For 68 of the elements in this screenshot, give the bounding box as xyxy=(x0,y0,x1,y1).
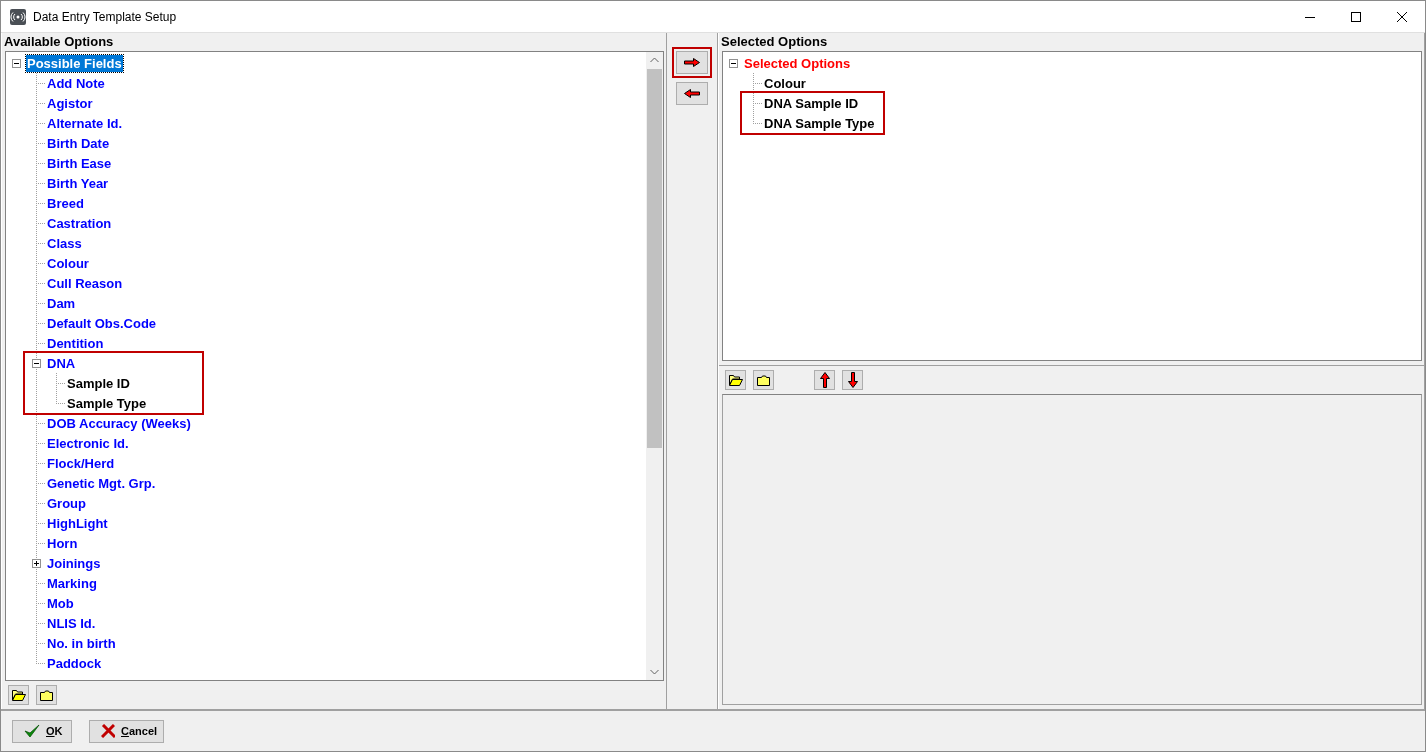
close-icon xyxy=(1397,11,1407,22)
tree-item[interactable]: Group xyxy=(46,494,87,512)
open-folder-icon xyxy=(11,689,26,701)
tree-item[interactable]: Sample ID xyxy=(66,374,131,392)
right-arrow-icon xyxy=(684,58,700,67)
checkmark-icon xyxy=(24,724,40,738)
tree-item[interactable]: Paddock xyxy=(46,654,103,672)
tree-item[interactable]: Dam xyxy=(46,294,77,312)
move-down-button[interactable] xyxy=(842,370,863,390)
open-folder-icon xyxy=(728,374,743,386)
panel-heading: Available Options xyxy=(3,33,115,51)
tree-item[interactable]: Dentition xyxy=(46,334,105,352)
down-arrow-icon xyxy=(847,372,858,388)
tree-item[interactable]: Birth Date xyxy=(46,134,111,152)
tree-item[interactable]: Castration xyxy=(46,214,113,232)
tree-item[interactable]: HighLight xyxy=(46,514,109,532)
collapse-toggle[interactable] xyxy=(32,358,41,368)
tree-item[interactable]: Sample Type xyxy=(66,394,148,412)
collapse-toggle[interactable] xyxy=(729,58,738,68)
up-caret-icon xyxy=(650,57,659,63)
tree-item[interactable]: Add Note xyxy=(46,74,106,92)
tree-item[interactable]: DOB Accuracy (Weeks) xyxy=(46,414,192,432)
tree-item[interactable]: Default Obs.Code xyxy=(46,314,158,332)
collapse-toggle[interactable] xyxy=(12,58,21,68)
tree-item[interactable]: Colour xyxy=(763,74,807,92)
move-up-button[interactable] xyxy=(814,370,835,390)
open-folder-button[interactable] xyxy=(725,370,746,390)
tree-item[interactable]: Horn xyxy=(46,534,79,552)
tree-item[interactable]: Flock/Herd xyxy=(46,454,116,472)
tree-item[interactable]: DNA xyxy=(46,354,77,372)
tree-item[interactable]: Electronic Id. xyxy=(46,434,130,452)
ok-button[interactable]: OK xyxy=(12,719,72,743)
tree-item[interactable]: Colour xyxy=(46,254,90,272)
up-arrow-icon xyxy=(819,372,830,388)
folder-icon xyxy=(40,689,53,701)
panel-heading: Selected Options xyxy=(720,33,829,51)
tree-item[interactable]: Selected Options xyxy=(743,54,852,72)
folder-button[interactable] xyxy=(753,370,774,390)
tree-item[interactable]: Possible Fields xyxy=(26,54,123,72)
tree-item[interactable]: DNA Sample ID xyxy=(763,94,860,112)
plus-icon xyxy=(33,559,40,567)
down-caret-icon xyxy=(650,669,659,675)
tree-item[interactable]: Genetic Mgt. Grp. xyxy=(46,474,157,492)
cross-icon xyxy=(101,724,115,738)
tree-item[interactable]: Birth Ease xyxy=(46,154,113,172)
folder-icon xyxy=(757,374,770,386)
tree-item[interactable]: NLIS Id. xyxy=(46,614,97,632)
tree-item[interactable]: Breed xyxy=(46,194,85,212)
tree-item[interactable]: Agistor xyxy=(46,94,94,112)
cancel-button[interactable]: Cancel xyxy=(89,719,165,743)
folder-button[interactable] xyxy=(36,685,57,705)
remove-button[interactable] xyxy=(676,82,708,105)
tree-item[interactable]: Class xyxy=(46,234,83,252)
tree-item[interactable]: Birth Year xyxy=(46,174,110,192)
tree-item[interactable]: Cull Reason xyxy=(46,274,124,292)
open-folder-button[interactable] xyxy=(8,685,29,705)
left-arrow-icon xyxy=(684,89,700,98)
maximize-icon xyxy=(1351,11,1361,22)
app-icon xyxy=(10,8,26,25)
window-title: Data Entry Template Setup xyxy=(33,9,177,24)
tree-item[interactable]: No. in birth xyxy=(46,634,117,652)
tree-item[interactable]: Alternate Id. xyxy=(46,114,124,132)
tree-item[interactable]: DNA Sample Type xyxy=(763,114,876,132)
tree-item[interactable]: Marking xyxy=(46,574,98,592)
tree-item[interactable]: Mob xyxy=(46,594,75,612)
tree-item[interactable]: Joinings xyxy=(46,554,102,572)
scrollbar[interactable] xyxy=(646,52,663,680)
expand-toggle[interactable] xyxy=(32,558,41,568)
